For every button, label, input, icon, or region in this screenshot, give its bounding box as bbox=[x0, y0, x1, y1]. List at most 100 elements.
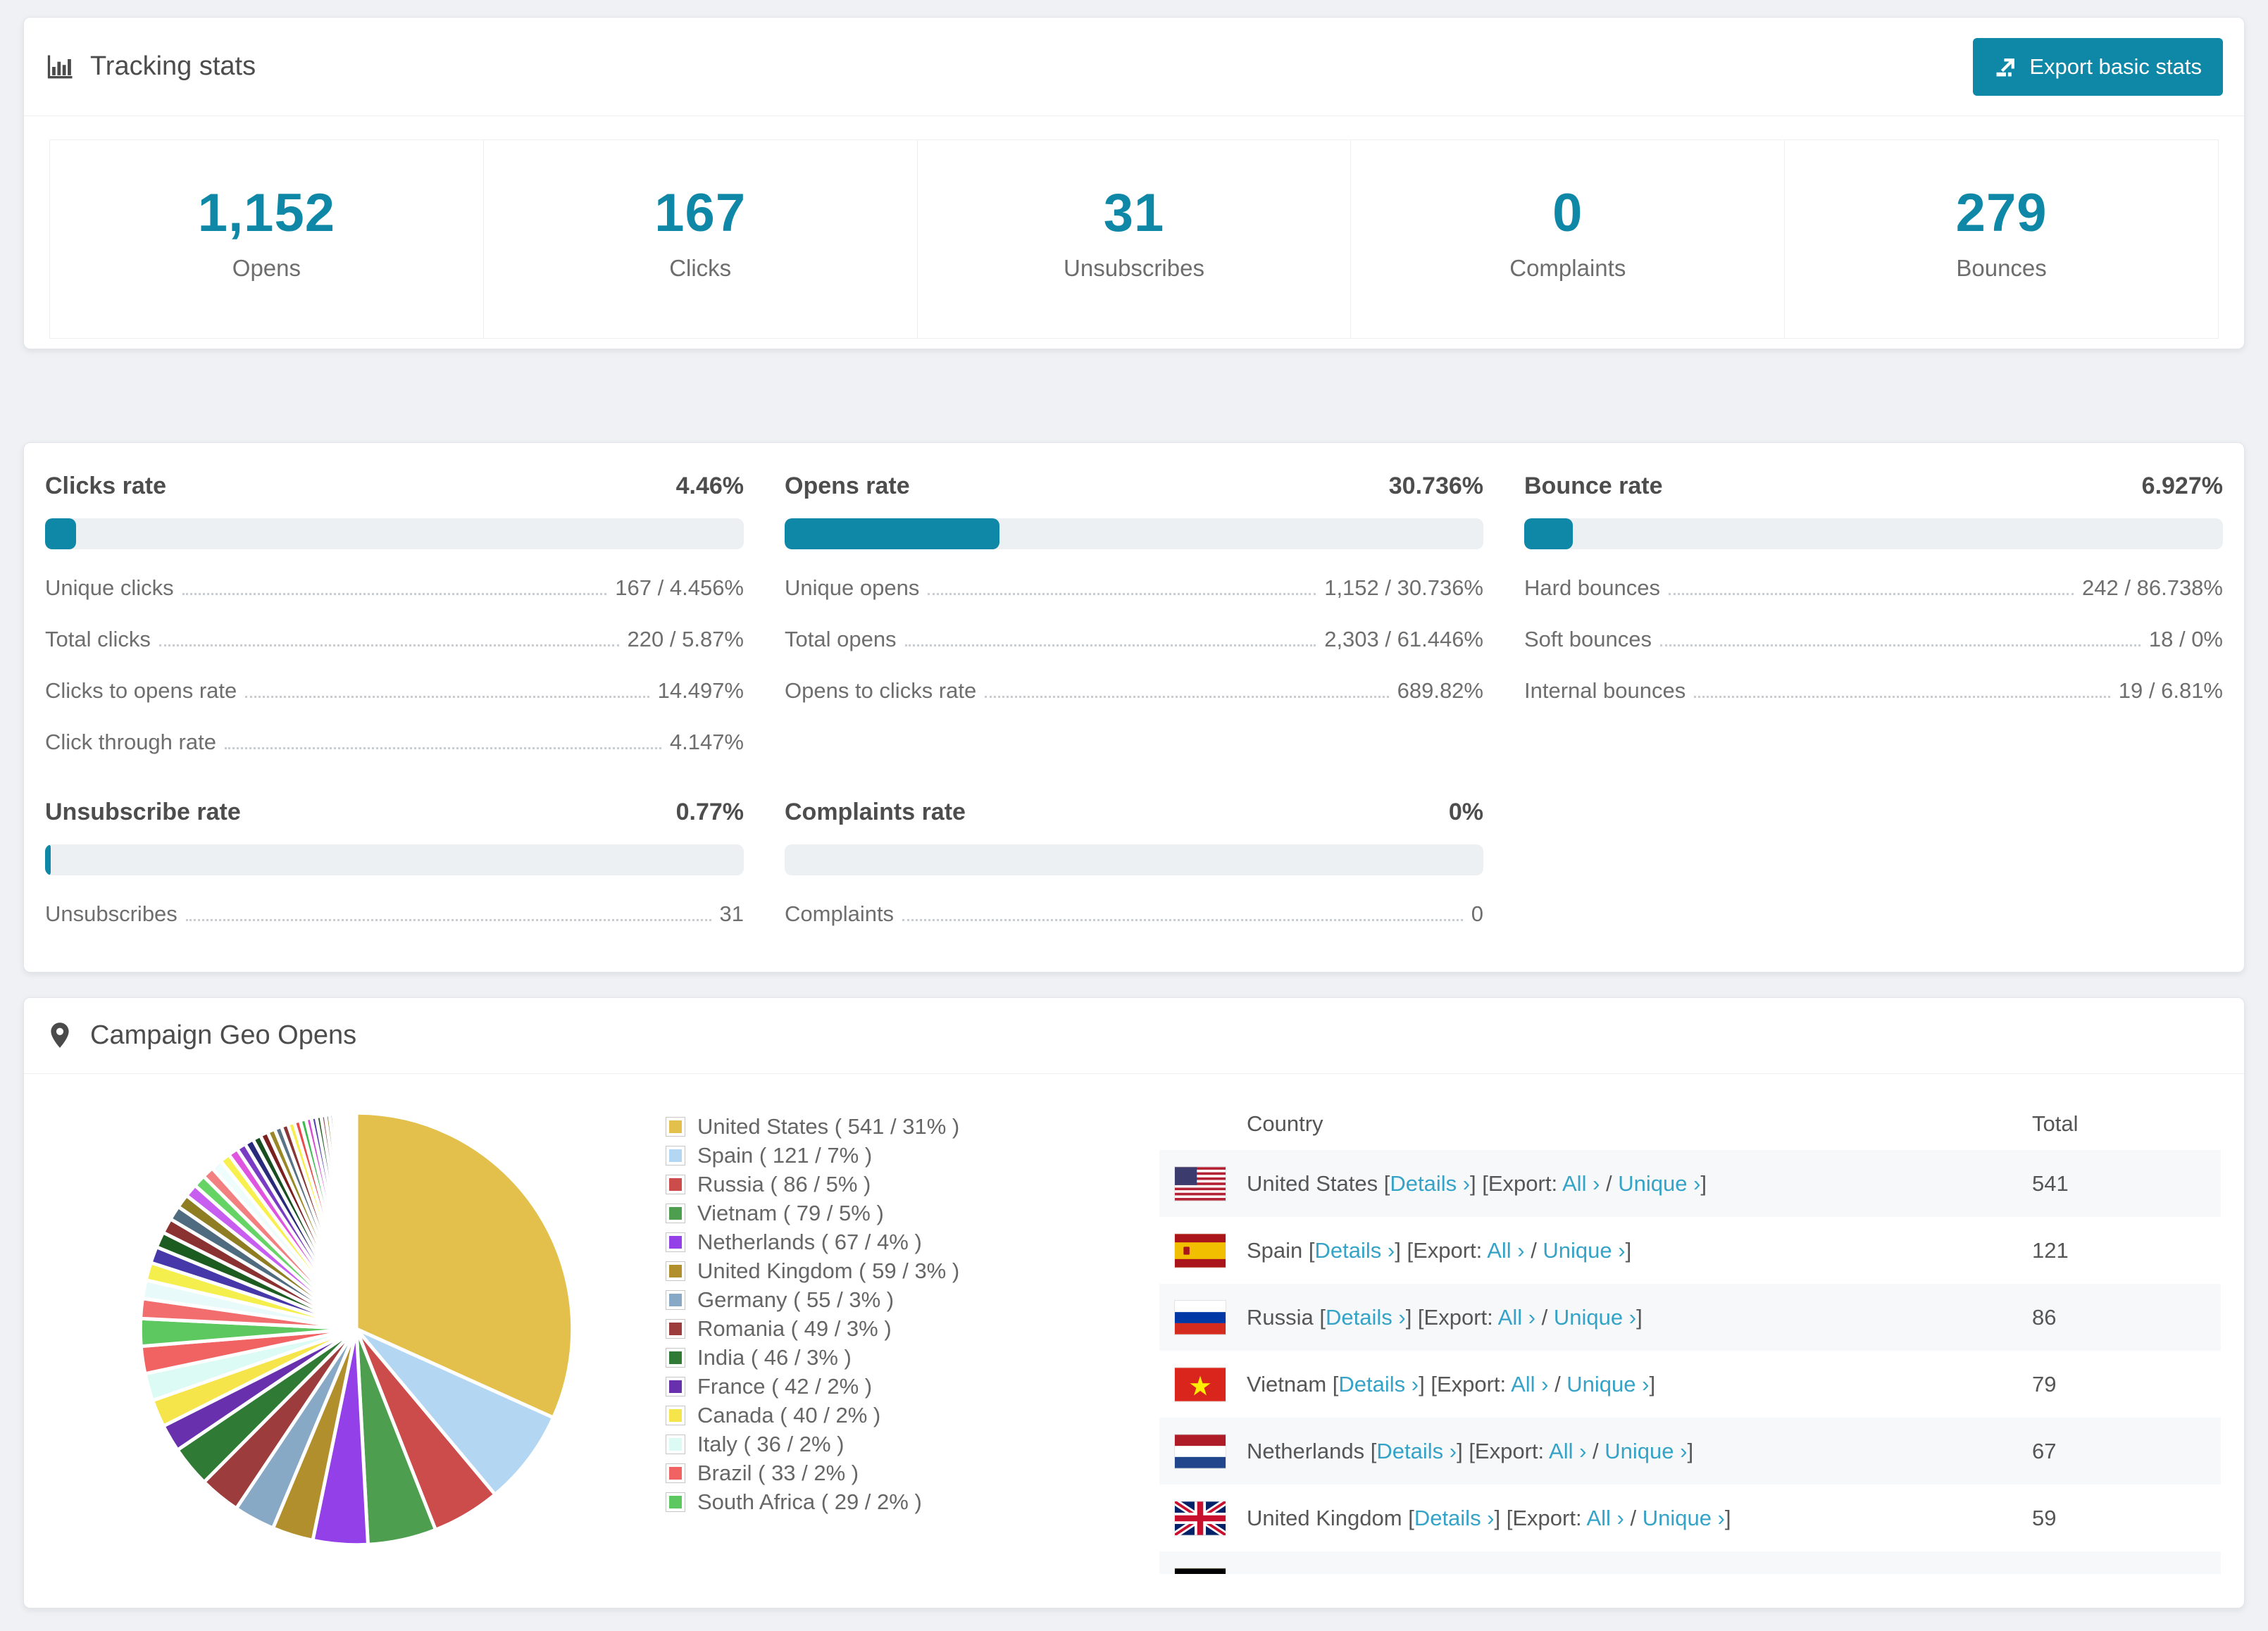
details-link[interactable]: Details › bbox=[1414, 1506, 1495, 1530]
export-unique-link[interactable]: Unique › bbox=[1554, 1305, 1636, 1330]
tracking-stats-header: Tracking stats Export basic stats bbox=[24, 18, 2244, 116]
legend-swatch-icon bbox=[666, 1492, 685, 1511]
progress-fill bbox=[785, 518, 999, 549]
section-unsubscribe-rate: Unsubscribe rate 0.77% Unsubscribes 31 bbox=[45, 799, 744, 927]
legend-item-germany: Germany ( 55 / 3% ) bbox=[666, 1285, 999, 1314]
details-link[interactable]: Details › bbox=[1376, 1439, 1457, 1463]
legend-label: Canada ( 40 / 2% ) bbox=[697, 1402, 881, 1427]
stat-value: 0 bbox=[1552, 183, 1583, 243]
bar-chart-icon bbox=[45, 51, 76, 82]
stat-label: Complaints bbox=[1509, 255, 1626, 281]
geo-header: Campaign Geo Opens bbox=[24, 998, 2244, 1074]
details-link[interactable]: Details › bbox=[1326, 1305, 1406, 1330]
rate-row-label: Internal bounces bbox=[1524, 678, 1686, 703]
export-unique-link[interactable]: Unique › bbox=[1543, 1238, 1625, 1263]
details-link[interactable]: Details › bbox=[1349, 1573, 1429, 1575]
export-all-link[interactable]: All › bbox=[1487, 1238, 1524, 1263]
rate-row-value: 0 bbox=[1471, 901, 1483, 926]
geo-opens-pie-chart bbox=[130, 1102, 583, 1556]
geo-table: Country Total United States [Details ›] … bbox=[1159, 1098, 2221, 1574]
export-all-link[interactable]: All › bbox=[1498, 1305, 1535, 1330]
geo-title-wrap: Campaign Geo Opens bbox=[45, 1020, 356, 1051]
flag-us-icon bbox=[1175, 1166, 1226, 1201]
section-complaints-rate: Complaints rate 0% Complaints 0 bbox=[785, 799, 1483, 927]
progress-bar bbox=[785, 518, 1483, 549]
legend-swatch-icon bbox=[666, 1319, 685, 1338]
flag-de-icon bbox=[1175, 1568, 1226, 1574]
legend-label: South Africa ( 29 / 2% ) bbox=[697, 1489, 922, 1514]
country-name: Russia bbox=[1247, 1304, 1314, 1330]
country-total: 121 bbox=[2032, 1237, 2069, 1263]
pie-legend: United States ( 541 / 31% ) Spain ( 121 … bbox=[666, 1112, 999, 1516]
flag-nl-icon bbox=[1175, 1434, 1226, 1468]
rate-row-hard-bounces: Hard bounces 242 / 86.738% bbox=[1524, 575, 2223, 601]
legend-label: Brazil ( 33 / 2% ) bbox=[697, 1460, 859, 1485]
geo-table-row-united-states: United States [Details ›] [Export: All ›… bbox=[1159, 1150, 2221, 1217]
export-all-link[interactable]: All › bbox=[1521, 1573, 1558, 1575]
legend-swatch-icon bbox=[666, 1261, 685, 1280]
rate-row-value: 19 / 6.81% bbox=[2118, 678, 2223, 703]
legend-label: India ( 46 / 3% ) bbox=[697, 1344, 852, 1370]
total-column-header: Total bbox=[2032, 1111, 2079, 1136]
export-all-link[interactable]: All › bbox=[1562, 1171, 1600, 1196]
export-all-link[interactable]: All › bbox=[1511, 1372, 1548, 1396]
rate-title: Bounce rate bbox=[1524, 473, 1663, 499]
export-all-link[interactable]: All › bbox=[1549, 1439, 1586, 1463]
export-unique-link[interactable]: Unique › bbox=[1643, 1506, 1725, 1530]
tracking-stats-panel: Tracking stats Export basic stats 1,152 … bbox=[23, 17, 2245, 349]
export-unique-link[interactable]: Unique › bbox=[1605, 1439, 1687, 1463]
rate-row-label: Hard bounces bbox=[1524, 575, 1661, 600]
export-unique-link[interactable]: Unique › bbox=[1566, 1372, 1649, 1396]
geo-table-row-germany: Germany [Details ›] [Export: All › / Uni… bbox=[1159, 1551, 2221, 1574]
map-pin-icon bbox=[45, 1020, 76, 1051]
legend-label: Russia ( 86 / 5% ) bbox=[697, 1171, 871, 1196]
legend-label: Romania ( 49 / 3% ) bbox=[697, 1316, 892, 1341]
rate-value: 6.927% bbox=[2141, 473, 2223, 499]
country-name: Vietnam bbox=[1247, 1371, 1327, 1396]
rate-title: Unsubscribe rate bbox=[45, 799, 241, 825]
rate-row-value: 14.497% bbox=[657, 678, 744, 703]
rate-row-label: Unsubscribes bbox=[45, 901, 177, 926]
rates-grid: Clicks rate 4.46% Unique clicks 167 / 4.… bbox=[45, 473, 2223, 927]
export-all-link[interactable]: All › bbox=[1586, 1506, 1624, 1530]
geo-table-row-vietnam: Vietnam [Details ›] [Export: All › / Uni… bbox=[1159, 1351, 2221, 1418]
legend-swatch-icon bbox=[666, 1406, 685, 1425]
details-link[interactable]: Details › bbox=[1338, 1372, 1419, 1396]
flag-ru-icon bbox=[1175, 1300, 1226, 1335]
flag-gb-icon bbox=[1175, 1501, 1226, 1535]
country-total: 86 bbox=[2032, 1304, 2057, 1330]
rate-value: 0.77% bbox=[675, 799, 744, 825]
section-clicks-rate: Clicks rate 4.46% Unique clicks 167 / 4.… bbox=[45, 473, 744, 755]
country-name: United States bbox=[1247, 1170, 1378, 1196]
rate-row-label: Total opens bbox=[785, 627, 897, 651]
geo-table-row-russia: Russia [Details ›] [Export: All › / Uniq… bbox=[1159, 1284, 2221, 1351]
export-basic-stats-button[interactable]: Export basic stats bbox=[1973, 37, 2223, 96]
rate-row-label: Total clicks bbox=[45, 627, 151, 651]
legend-swatch-icon bbox=[666, 1435, 685, 1454]
campaign-geo-opens-panel: Campaign Geo Opens United States ( 541 /… bbox=[23, 997, 2245, 1608]
geo-table-row-netherlands: Netherlands [Details ›] [Export: All › /… bbox=[1159, 1418, 2221, 1485]
legend-item-india: India ( 46 / 3% ) bbox=[666, 1343, 999, 1372]
country-name: Netherlands bbox=[1247, 1438, 1365, 1463]
dotted-leader bbox=[224, 747, 661, 749]
details-link[interactable]: Details › bbox=[1390, 1171, 1470, 1196]
country-name: Germany bbox=[1247, 1573, 1336, 1575]
stats-summary-row: 1,152 Opens 167 Clicks 31 Unsubscribes 0… bbox=[49, 139, 2219, 339]
progress-bar bbox=[1524, 518, 2223, 549]
rate-row-soft-bounces: Soft bounces 18 / 0% bbox=[1524, 627, 2223, 652]
dotted-leader bbox=[245, 696, 649, 698]
legend-swatch-icon bbox=[666, 1175, 685, 1194]
country-total: 67 bbox=[2032, 1438, 2057, 1463]
rate-row-unique-opens: Unique opens 1,152 / 30.736% bbox=[785, 575, 1483, 601]
details-link[interactable]: Details › bbox=[1315, 1238, 1395, 1263]
rate-row-unique-clicks: Unique clicks 167 / 4.456% bbox=[45, 575, 744, 601]
progress-fill bbox=[45, 844, 51, 875]
export-icon bbox=[1994, 55, 2018, 79]
stat-card-complaints: 0 Complaints bbox=[1350, 139, 1786, 339]
rate-row-value: 220 / 5.87% bbox=[627, 627, 744, 651]
export-unique-link[interactable]: Unique › bbox=[1618, 1171, 1700, 1196]
legend-item-canada: Canada ( 40 / 2% ) bbox=[666, 1401, 999, 1430]
country-total: 541 bbox=[2032, 1170, 2069, 1196]
legend-label: United Kingdom ( 59 / 3% ) bbox=[697, 1258, 960, 1283]
export-unique-link[interactable]: Unique › bbox=[1577, 1573, 1659, 1575]
